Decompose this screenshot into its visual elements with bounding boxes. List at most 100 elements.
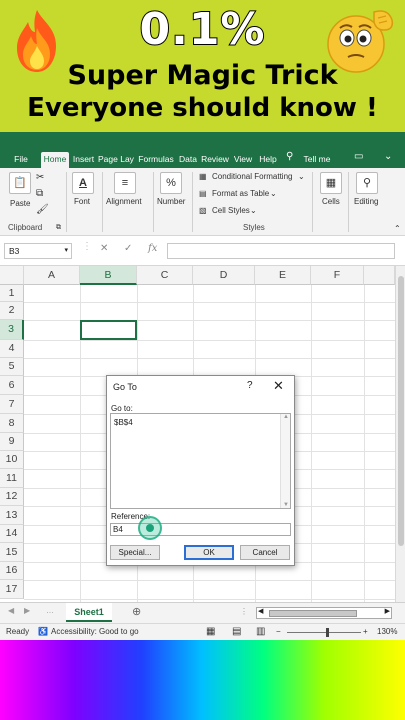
- alignment-icon[interactable]: ≡: [114, 172, 136, 194]
- column-header[interactable]: E: [255, 266, 311, 285]
- column-header[interactable]: B: [80, 266, 137, 285]
- column-header-partial[interactable]: [364, 266, 395, 285]
- row-header[interactable]: 6: [0, 376, 24, 395]
- cell-styles-button[interactable]: Cell Styles: [212, 206, 250, 215]
- comment-icon[interactable]: ▭: [354, 151, 363, 162]
- ok-button[interactable]: OK: [184, 545, 234, 560]
- sheet-tabs-bar: ◀ ▶ … Sheet1 ⊕ ⋮ ◀ ▶: [0, 602, 405, 623]
- number-button[interactable]: Number: [157, 197, 185, 206]
- enter-icon[interactable]: ✓: [124, 243, 132, 254]
- row-header[interactable]: 3: [0, 320, 24, 340]
- scroll-down-icon[interactable]: ▼: [283, 502, 289, 508]
- special-button[interactable]: Special...: [110, 545, 160, 560]
- column-header[interactable]: A: [24, 266, 80, 285]
- percent-icon[interactable]: %: [160, 172, 182, 194]
- prev-sheet-icon[interactable]: ◀: [8, 606, 14, 615]
- list-scrollbar[interactable]: ▲ ▼: [280, 414, 290, 508]
- copy-icon[interactable]: ⧉: [36, 188, 43, 199]
- insert-function-icon[interactable]: fx: [148, 243, 157, 254]
- zoom-out-icon[interactable]: −: [276, 624, 281, 640]
- row-header[interactable]: 11: [0, 469, 24, 488]
- tab-formulas[interactable]: Formulas: [137, 152, 175, 168]
- tab-insert[interactable]: Insert: [71, 152, 96, 168]
- more-icon[interactable]: ⋮: [240, 607, 248, 616]
- row-header[interactable]: 15: [0, 543, 24, 562]
- row-header[interactable]: 13: [0, 506, 24, 525]
- search-icon[interactable]: ⚲: [356, 172, 378, 194]
- dialog-launcher-icon[interactable]: ⧉: [56, 224, 61, 232]
- plus-circle-icon[interactable]: ⊕: [132, 605, 141, 618]
- paste-button[interactable]: Paste: [10, 199, 30, 208]
- active-cell[interactable]: [80, 320, 137, 340]
- page-break-view-icon[interactable]: ▥: [256, 624, 265, 640]
- tell-me-search[interactable]: Tell me: [300, 152, 334, 168]
- row-header[interactable]: 9: [0, 433, 24, 451]
- horizontal-scrollbar[interactable]: ◀ ▶: [256, 607, 392, 619]
- formula-input[interactable]: [167, 243, 395, 259]
- tab-review[interactable]: Review: [201, 152, 229, 168]
- cells-icon[interactable]: ▦: [320, 172, 342, 194]
- editing-button[interactable]: Editing: [354, 197, 378, 206]
- accessibility-icon: ♿: [38, 627, 48, 636]
- chevron-up-icon[interactable]: ⌃: [394, 224, 401, 233]
- row-header[interactable]: 8: [0, 414, 24, 433]
- zoom-slider[interactable]: [287, 632, 361, 633]
- scrollbar-thumb[interactable]: [269, 610, 357, 617]
- page-layout-view-icon[interactable]: ▤: [232, 624, 241, 640]
- divider: [102, 172, 103, 232]
- column-header[interactable]: D: [193, 266, 255, 285]
- alignment-button[interactable]: Alignment: [106, 197, 142, 206]
- tab-home[interactable]: Home: [41, 152, 69, 168]
- format-painter-icon[interactable]: 🖌: [36, 204, 49, 215]
- vertical-scrollbar[interactable]: [395, 266, 405, 602]
- tab-help[interactable]: Help: [257, 152, 279, 168]
- cut-icon[interactable]: ✂: [36, 172, 44, 183]
- tab-file[interactable]: File: [10, 152, 32, 168]
- scrollbar-thumb[interactable]: [398, 276, 404, 546]
- tab-view[interactable]: View: [232, 152, 254, 168]
- status-ready: Ready: [6, 627, 30, 636]
- more-icon[interactable]: …: [46, 606, 54, 615]
- row-header[interactable]: 12: [0, 488, 24, 506]
- name-box[interactable]: B3 ▾: [4, 243, 72, 259]
- cancel-button[interactable]: Cancel: [240, 545, 290, 560]
- select-all-corner[interactable]: [0, 266, 24, 285]
- column-header[interactable]: F: [311, 266, 364, 285]
- clipboard-icon[interactable]: 📋: [9, 172, 31, 194]
- close-icon[interactable]: ✕: [273, 378, 284, 394]
- zoom-level[interactable]: 130%: [377, 624, 397, 640]
- row-header[interactable]: 5: [0, 358, 24, 376]
- help-icon[interactable]: ?: [247, 380, 253, 391]
- sheet-tab-sheet1[interactable]: Sheet1: [66, 603, 112, 622]
- row-header[interactable]: 1: [0, 285, 24, 302]
- row-header[interactable]: 2: [0, 302, 24, 320]
- normal-view-icon[interactable]: ▦: [206, 624, 215, 640]
- cells-button[interactable]: Cells: [322, 197, 340, 206]
- row-header[interactable]: 7: [0, 395, 24, 414]
- tab-data[interactable]: Data: [177, 152, 199, 168]
- row-header[interactable]: 4: [0, 340, 24, 358]
- divider: [348, 172, 349, 232]
- font-button[interactable]: Font: [74, 197, 90, 206]
- row-header[interactable]: 14: [0, 525, 24, 543]
- accessibility-status[interactable]: Accessibility: Good to go: [51, 624, 139, 640]
- format-as-table-button[interactable]: Format as Table: [212, 189, 269, 198]
- zoom-in-icon[interactable]: +: [363, 624, 368, 640]
- font-icon[interactable]: A: [72, 172, 94, 194]
- zoom-slider-thumb[interactable]: [326, 628, 329, 637]
- scroll-up-icon[interactable]: ▲: [283, 414, 289, 420]
- banner-line-1: Super Magic Trick: [67, 60, 338, 91]
- next-sheet-icon[interactable]: ▶: [24, 606, 30, 615]
- column-header[interactable]: C: [137, 266, 193, 285]
- list-item[interactable]: $B$4: [114, 418, 133, 427]
- cancel-icon[interactable]: ✕: [100, 243, 108, 254]
- tab-page-layout[interactable]: Page Layout: [98, 152, 134, 168]
- conditional-formatting-button[interactable]: Conditional Formatting: [212, 172, 292, 181]
- scroll-right-icon[interactable]: ▶: [385, 607, 390, 615]
- row-header[interactable]: 16: [0, 562, 24, 580]
- chevron-down-icon[interactable]: ⌄: [384, 151, 392, 162]
- goto-list[interactable]: $B$4 ▲ ▼: [110, 413, 291, 509]
- row-header[interactable]: 17: [0, 580, 24, 599]
- row-header[interactable]: 10: [0, 451, 24, 469]
- scroll-left-icon[interactable]: ◀: [258, 607, 263, 615]
